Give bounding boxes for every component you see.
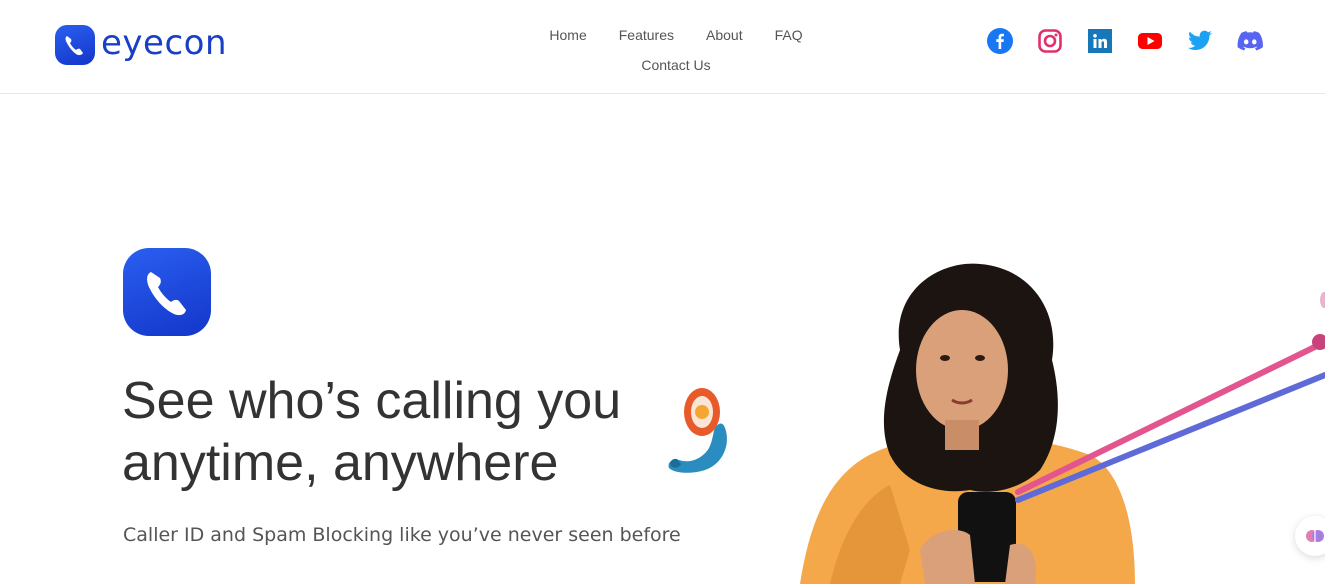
phone-logo-icon [147,272,186,316]
twitter-icon[interactable] [1187,28,1213,54]
telephone-receiver-icon [668,388,727,473]
brand-logo-link[interactable]: eyecon [55,23,228,65]
woman-with-phone-illustration [800,263,1325,584]
social-links [987,28,1263,54]
main-nav: Home Features About FAQ Contact Us [520,20,832,80]
hero-subtitle: Caller ID and Spam Blocking like you’ve … [123,524,681,546]
linkedin-icon[interactable] [1087,28,1113,54]
phone-logo-icon [55,25,95,65]
youtube-icon[interactable] [1137,28,1163,54]
facebook-icon[interactable] [987,28,1013,54]
brain-icon [1306,530,1324,542]
site-header: eyecon Home Features About FAQ Contact Us [0,0,1325,94]
brand-name: eyecon [101,23,228,63]
discord-icon[interactable] [1237,28,1263,54]
nav-about[interactable]: About [706,27,743,43]
hero-title: See who’s calling you anytime, anywhere [122,372,622,492]
nav-features[interactable]: Features [619,27,674,43]
nav-row-2: Contact Us [520,50,832,80]
nav-home[interactable]: Home [549,27,586,43]
nav-contact-us[interactable]: Contact Us [641,57,710,73]
app-icon [123,248,211,336]
nav-faq[interactable]: FAQ [775,27,803,43]
instagram-icon[interactable] [1037,28,1063,54]
